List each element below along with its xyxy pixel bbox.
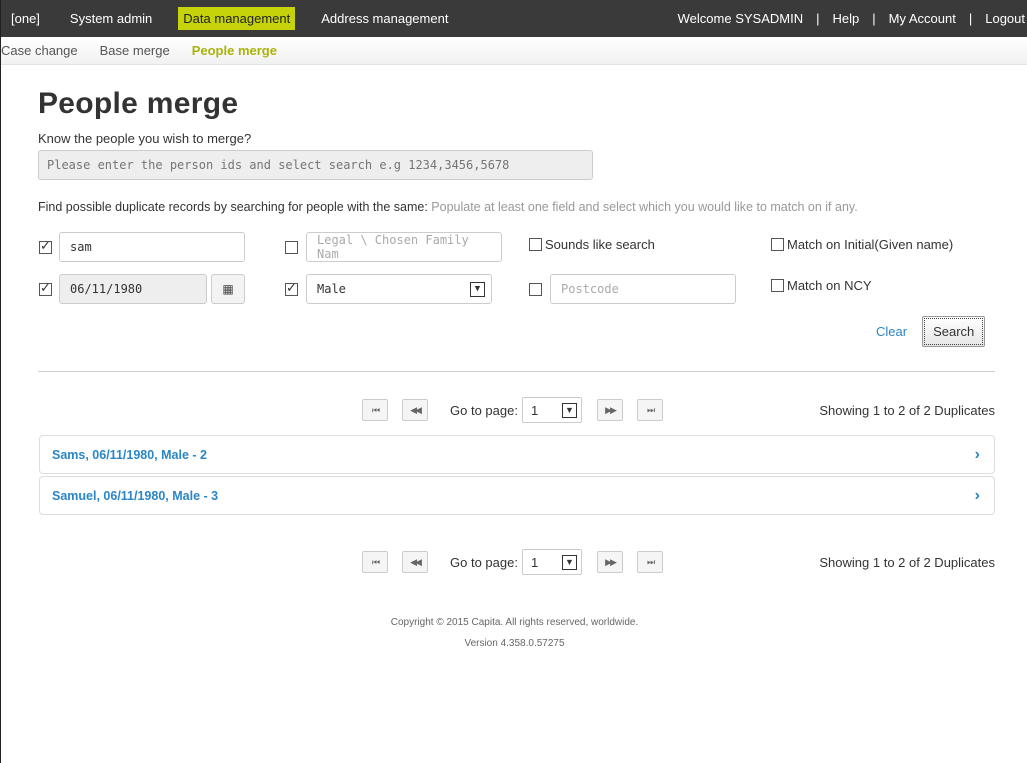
sounds-like-checkbox[interactable] <box>529 238 542 251</box>
page-select[interactable]: 1 ▼ <box>521 397 582 423</box>
first-page-icon[interactable]: ⏮ <box>362 399 388 421</box>
name-input[interactable]: sam <box>59 232 245 262</box>
clear-link[interactable]: Clear <box>876 324 907 339</box>
version-text: Version 4.358.0.57275 <box>464 638 565 649</box>
calendar-icon[interactable]: ▦ <box>211 274 245 304</box>
nav-item-address-management[interactable]: Address management <box>317 8 452 29</box>
family-name-checkbox[interactable] <box>285 240 298 254</box>
name-group: sam <box>39 232 245 262</box>
previous-page-icon[interactable]: ◀◀ <box>402 399 428 421</box>
gender-value: Male <box>317 282 346 296</box>
gender-checkbox[interactable] <box>285 280 298 296</box>
match-initial-group: Match on Initial(Given name) <box>771 237 953 252</box>
match-initial-label: Match on Initial(Given name) <box>787 237 954 252</box>
separator: | <box>872 11 876 26</box>
sub-navigation: Case change Base merge People merge <box>1 37 1027 65</box>
dob-input[interactable]: 06/11/1980 <box>59 274 207 304</box>
previous-page-icon[interactable]: ◀◀ <box>402 551 428 573</box>
name-checkbox[interactable] <box>39 238 52 254</box>
logout-link[interactable]: Logout <box>985 11 1025 26</box>
goto-page-label: Go to page: <box>450 402 518 418</box>
page-select-value: 1 <box>530 402 539 418</box>
sounds-like-group: Sounds like search <box>529 237 655 252</box>
page-select-value: 1 <box>530 554 539 570</box>
next-page-icon[interactable]: ▶▶ <box>597 399 623 421</box>
gender-select[interactable]: Male ▼ <box>306 274 492 304</box>
help-link[interactable]: Help <box>833 11 860 26</box>
find-text: Find possible duplicate records by searc… <box>38 200 428 214</box>
dob-checkbox[interactable] <box>39 280 52 296</box>
result-row[interactable]: Samuel, 06/11/1980, Male - 3 › <box>39 476 995 515</box>
chevron-down-icon: ▼ <box>561 554 577 570</box>
goto-page-label: Go to page: <box>450 554 518 570</box>
page-title: People merge <box>38 87 239 120</box>
result-row[interactable]: Sams, 06/11/1980, Male - 2 › <box>39 435 995 474</box>
dob-group: 06/11/1980 ▦ <box>39 274 245 304</box>
divider <box>38 371 995 372</box>
top-nav-right: Welcome SYSADMIN | Help | My Account | L… <box>673 11 1027 26</box>
separator: | <box>816 11 820 26</box>
next-page-icon[interactable]: ▶▶ <box>597 551 623 573</box>
main-content: People merge Know the people you wish to… <box>1 87 1027 214</box>
nav-item-system-admin[interactable]: System admin <box>66 8 156 29</box>
last-page-icon[interactable]: ⏭ <box>637 551 663 573</box>
subnav-base-merge[interactable]: Base merge <box>100 43 170 58</box>
pager-top: ⏮ ◀◀ Go to page: 1 ▼ ▶▶ ⏭ Showing 1 to 2… <box>1 397 1027 423</box>
goto-page-group: Go to page: 1 ▼ <box>450 549 582 575</box>
gender-group: Male ▼ <box>285 274 492 304</box>
nav-item-one[interactable]: [one] <box>7 8 44 29</box>
goto-page-group: Go to page: 1 ▼ <box>450 397 582 423</box>
person-ids-input[interactable] <box>38 150 593 180</box>
chevron-down-icon: ▼ <box>470 281 485 297</box>
find-duplicates-instructions: Find possible duplicate records by searc… <box>38 200 995 214</box>
family-name-group: Legal \ Chosen Family Nam <box>285 232 502 262</box>
chevron-right-icon[interactable]: › <box>975 487 980 505</box>
subnav-case-change[interactable]: Case change <box>1 43 78 58</box>
find-hint: Populate at least one field and select w… <box>431 200 858 214</box>
family-name-input[interactable]: Legal \ Chosen Family Nam <box>306 232 502 262</box>
match-ncy-checkbox[interactable] <box>771 279 784 292</box>
copyright-text: Copyright © 2015 Capita. All rights rese… <box>390 617 639 628</box>
form-actions: Clear Search <box>876 316 986 347</box>
my-account-link[interactable]: My Account <box>889 11 956 26</box>
sounds-like-label: Sounds like search <box>545 237 655 252</box>
search-button[interactable]: Search <box>922 316 986 347</box>
result-label[interactable]: Sams, 06/11/1980, Male - 2 <box>52 448 207 462</box>
pager-bottom: ⏮ ◀◀ Go to page: 1 ▼ ▶▶ ⏭ Showing 1 to 2… <box>1 549 1027 575</box>
chevron-right-icon[interactable]: › <box>975 446 980 464</box>
postcode-group: Postcode <box>529 274 736 304</box>
showing-count: Showing 1 to 2 of 2 Duplicates <box>819 554 995 570</box>
top-navigation-bar: [one] System admin Data management Addre… <box>1 0 1027 37</box>
nav-item-data-management[interactable]: Data management <box>178 7 296 30</box>
match-ncy-group: Match on NCY <box>771 278 872 293</box>
postcode-input[interactable]: Postcode <box>550 274 736 304</box>
first-page-icon[interactable]: ⏮ <box>362 551 388 573</box>
top-nav-left: [one] System admin Data management Addre… <box>7 0 474 37</box>
welcome-text: Welcome SYSADMIN <box>677 11 804 26</box>
chevron-down-icon: ▼ <box>561 402 577 418</box>
match-initial-checkbox[interactable] <box>771 238 784 251</box>
last-page-icon[interactable]: ⏭ <box>637 399 663 421</box>
match-ncy-label: Match on NCY <box>787 278 872 293</box>
subnav-people-merge[interactable]: People merge <box>192 43 277 58</box>
page-select[interactable]: 1 ▼ <box>521 549 582 575</box>
showing-count: Showing 1 to 2 of 2 Duplicates <box>819 402 995 418</box>
postcode-checkbox[interactable] <box>529 282 542 296</box>
separator: | <box>968 11 973 26</box>
ids-prompt: Know the people you wish to merge? <box>38 131 252 146</box>
result-label[interactable]: Samuel, 06/11/1980, Male - 3 <box>52 489 218 503</box>
